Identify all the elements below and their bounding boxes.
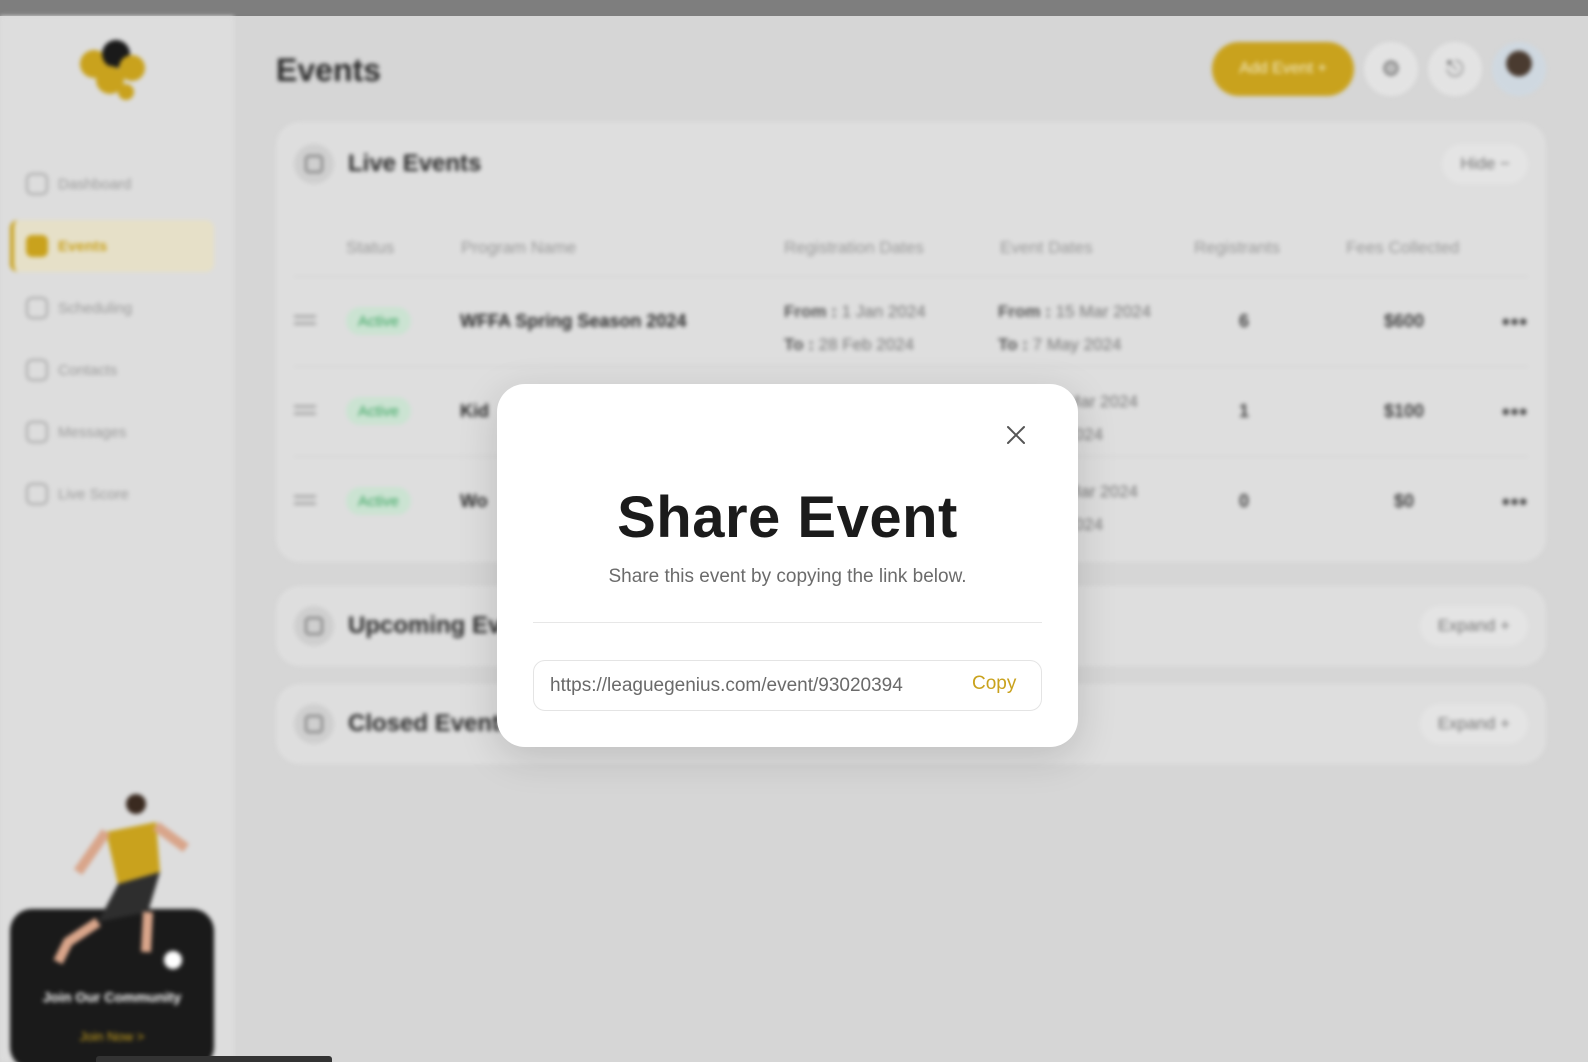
- modal-title: Share Event: [617, 485, 958, 550]
- share-link-field: Copy: [533, 660, 1042, 711]
- share-event-modal: Share Event Share this event by copying …: [497, 384, 1078, 747]
- modal-subtitle: Share this event by copying the link bel…: [608, 566, 967, 587]
- divider: [533, 622, 1042, 623]
- bottom-scroll-indicator: [96, 1056, 332, 1062]
- close-icon[interactable]: [1003, 422, 1029, 448]
- copy-button[interactable]: Copy: [972, 673, 1016, 699]
- share-link-input[interactable]: [550, 661, 950, 710]
